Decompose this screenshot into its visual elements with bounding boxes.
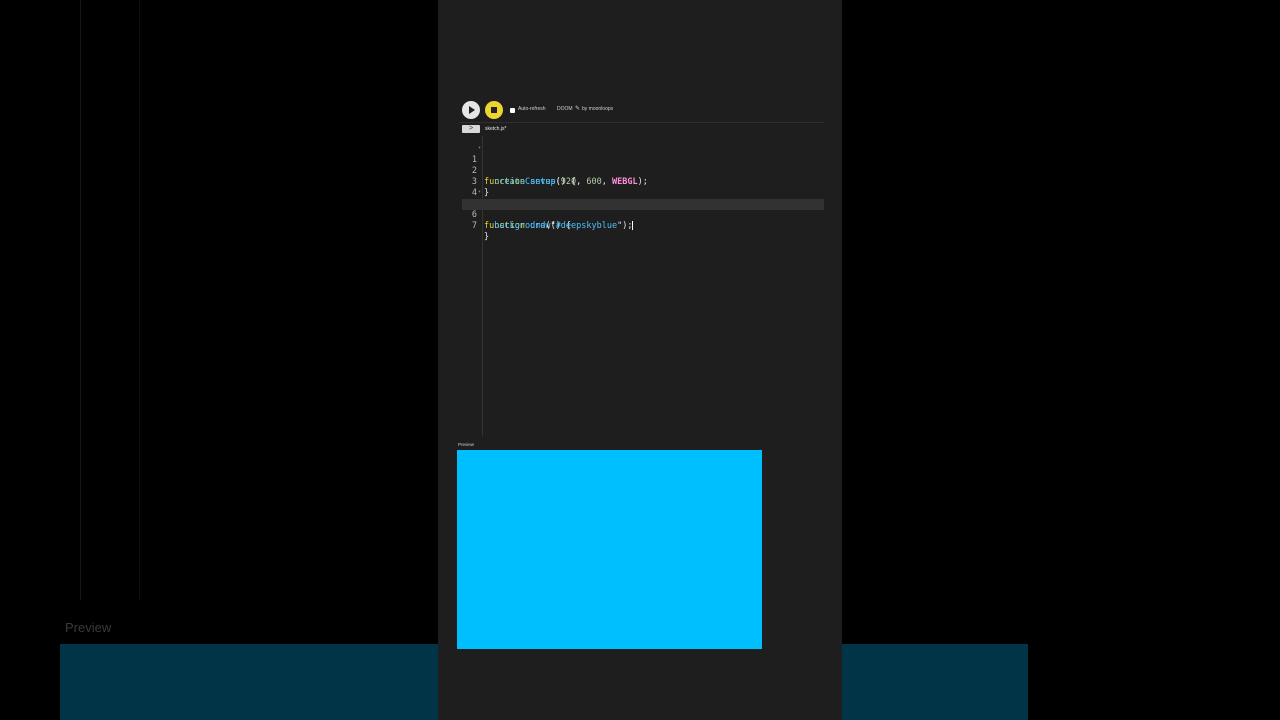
sidebar-toggle-button[interactable]: > bbox=[462, 125, 480, 133]
background-preview-label: Preview bbox=[65, 620, 112, 635]
preview-label: Preview bbox=[458, 442, 475, 447]
code-text: (" bbox=[545, 221, 556, 231]
code-line[interactable]: 5 ▾ function draw() { bbox=[462, 187, 824, 231]
function-call: background bbox=[494, 221, 546, 231]
code-text: "); bbox=[617, 221, 633, 231]
code-text: } bbox=[484, 232, 490, 242]
fold-arrow-icon[interactable]: ▾ bbox=[478, 187, 481, 198]
play-button[interactable] bbox=[462, 101, 480, 119]
file-tab-bar: > sketch.js* bbox=[460, 122, 824, 134]
auto-refresh-checkbox[interactable] bbox=[510, 108, 515, 113]
code-line[interactable]: 3 } bbox=[462, 166, 824, 198]
code-line[interactable]: 2 createCanvas(920, 600, WEBGL); bbox=[462, 155, 824, 187]
toolbar: Auto-refresh DOOM ✎ by moonloops bbox=[462, 101, 824, 119]
code-line[interactable]: 1 ▾ function setup() { bbox=[462, 143, 824, 187]
stop-button[interactable] bbox=[485, 101, 503, 119]
background-divider bbox=[139, 0, 140, 600]
pencil-icon[interactable]: ✎ bbox=[575, 105, 580, 112]
auto-refresh-label: Auto-refresh bbox=[518, 106, 546, 112]
code-line[interactable]: 7 } bbox=[462, 210, 824, 242]
project-name: DOOM bbox=[557, 106, 573, 112]
editor-panel: Auto-refresh DOOM ✎ by moonloops > sketc… bbox=[438, 0, 842, 720]
preview-canvas[interactable] bbox=[457, 450, 762, 649]
code-editor[interactable]: 1 ▾ function setup() { 2 createCanvas(92… bbox=[462, 136, 824, 436]
file-tab-sketch[interactable]: sketch.js* bbox=[485, 126, 506, 132]
line-number: 7 bbox=[471, 221, 477, 231]
fold-arrow-icon[interactable]: ▾ bbox=[478, 143, 481, 154]
code-line-active[interactable]: 6 background("#deepskyblue"); bbox=[462, 199, 824, 231]
code-line[interactable]: 4 bbox=[462, 177, 824, 198]
background-divider bbox=[80, 0, 81, 600]
author-label: by moonloops bbox=[582, 106, 614, 112]
text-cursor bbox=[632, 221, 634, 230]
chevron-right-icon: > bbox=[469, 125, 474, 132]
string-literal: #deepskyblue bbox=[555, 221, 618, 231]
